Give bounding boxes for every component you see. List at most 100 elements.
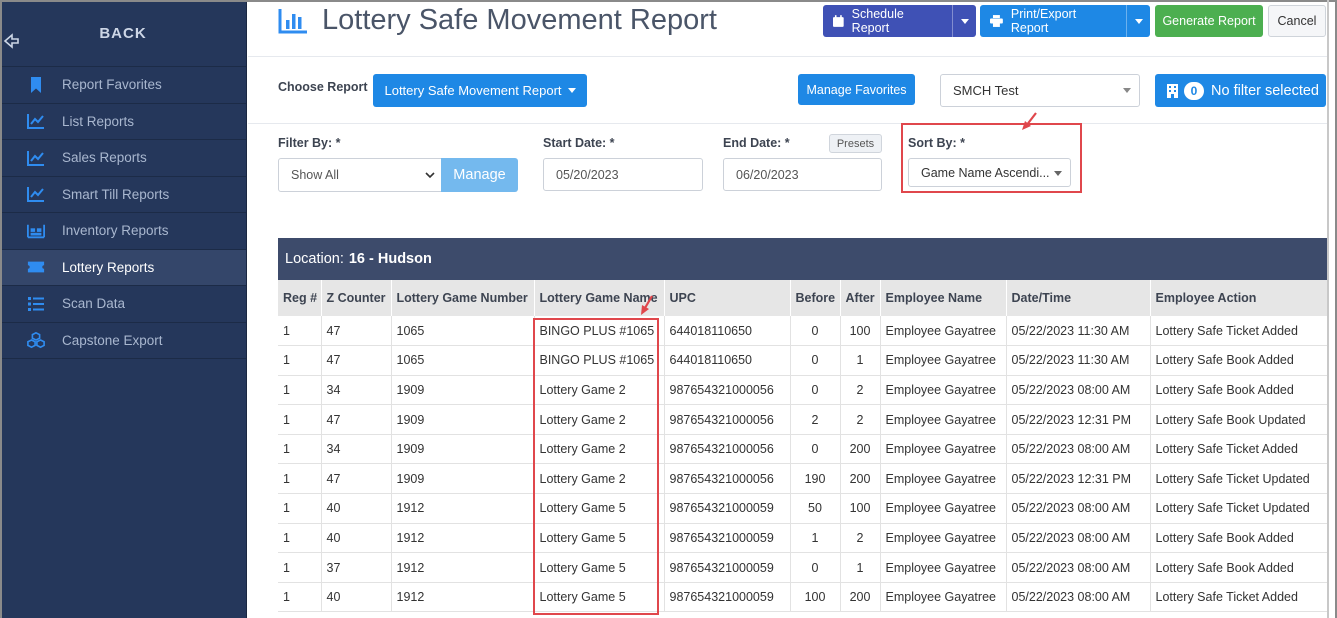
print-export-main[interactable]: Print/Export Report <box>980 5 1126 37</box>
manage-favorites-button[interactable]: Manage Favorites <box>798 74 915 105</box>
table-cell: 1909 <box>391 434 535 465</box>
table-cell: Employee Gayatree <box>880 463 1007 495</box>
table-row[interactable]: 1 40 1912 Lottery Game 5 987654321000059 100 2… <box>278 582 1328 613</box>
report-table-container: Location: 16 - Hudson Reg # Z Counter Lo… <box>278 238 1328 613</box>
table-row[interactable]: 1 47 1065 BINGO PLUS #1065 644018110650 0 100 E… <box>278 316 1328 347</box>
table-cell: 987654321000056 <box>664 375 791 406</box>
table-cell: 1 <box>278 552 322 583</box>
chart-line-icon <box>27 185 45 203</box>
table-row[interactable]: 1 47 1909 Lottery Game 2 987654321000056 190 2… <box>278 463 1328 495</box>
table-cell: 05/22/2023 12:31 PM <box>1006 463 1151 495</box>
sidebar-item-list-reports[interactable]: List Reports <box>0 104 246 140</box>
column-header[interactable]: UPC <box>664 280 791 316</box>
table-cell: 47 <box>321 316 392 347</box>
sidebar-item-inventory-reports[interactable]: Inventory Reports <box>0 213 246 250</box>
table-cell: 05/22/2023 11:30 AM <box>1006 316 1151 347</box>
table-cell: 1 <box>278 523 322 554</box>
table-row[interactable]: 1 37 1912 Lottery Game 5 987654321000059 0 1 Em… <box>278 552 1328 583</box>
manage-button[interactable]: Manage <box>441 158 518 192</box>
annotation-arrow-icon <box>641 295 653 315</box>
table-cell: Lottery Safe Ticket Updated <box>1150 463 1328 495</box>
sidebar-item-report-favorites[interactable]: Report Favorites <box>0 67 246 104</box>
table-cell: 37 <box>321 552 392 583</box>
column-header[interactable]: After <box>840 280 881 316</box>
column-header[interactable]: Reg # <box>278 280 322 316</box>
table-cell: Lottery Safe Ticket Added <box>1150 316 1328 347</box>
column-header[interactable]: Employee Action <box>1150 280 1328 316</box>
schedule-report-button[interactable]: Schedule Report <box>823 5 976 37</box>
table-cell: Employee Gayatree <box>880 345 1007 376</box>
back-button[interactable]: BACK <box>0 0 246 67</box>
print-export-button[interactable]: Print/Export Report <box>980 5 1150 37</box>
sidebar: BACK Report Favorites List Reports Sales… <box>0 0 247 618</box>
sidebar-item-sales-reports[interactable]: Sales Reports <box>0 140 246 177</box>
building-icon <box>1167 83 1178 98</box>
table-cell: Employee Gayatree <box>880 552 1007 583</box>
bookmark-icon <box>27 76 45 94</box>
table-cell: 0 <box>790 316 841 347</box>
table-cell: 34 <box>321 375 392 406</box>
sidebar-item-lottery-reports[interactable]: Lottery Reports <box>0 249 246 286</box>
table-row[interactable]: 1 40 1912 Lottery Game 5 987654321000059 50 10… <box>278 493 1328 524</box>
store-select[interactable]: SMCH Test <box>940 74 1140 107</box>
schedule-report-label: Schedule Report <box>851 7 904 35</box>
schedule-report-main[interactable]: Schedule Report <box>823 5 952 37</box>
chevron-down-icon <box>425 172 435 179</box>
table-cell: 47 <box>321 463 392 495</box>
page-title: Lottery Safe Movement Report <box>322 4 717 36</box>
table-cell: 05/22/2023 08:00 AM <box>1006 375 1151 406</box>
report-select-button[interactable]: Lottery Safe Movement Report <box>373 74 587 107</box>
table-cell: 50 <box>790 493 841 524</box>
filter-by-select[interactable]: Show All <box>278 158 442 192</box>
table-row[interactable]: 1 47 1065 BINGO PLUS #1065 644018110650 0 1 Emp… <box>278 345 1328 376</box>
table-row[interactable]: 1 40 1912 Lottery Game 5 987654321000059 1 2 Em… <box>278 523 1328 554</box>
table-row[interactable]: 1 34 1909 Lottery Game 2 987654321000056 0 2 Em… <box>278 375 1328 406</box>
column-header[interactable]: Z Counter <box>321 280 392 316</box>
table-cell: 05/22/2023 08:00 AM <box>1006 493 1151 524</box>
table-cell: 05/22/2023 08:00 AM <box>1006 523 1151 554</box>
table-cell: 1909 <box>391 375 535 406</box>
table-row[interactable]: 1 34 1909 Lottery Game 2 987654321000056 0 200… <box>278 434 1328 465</box>
presets-button[interactable]: Presets <box>829 134 882 153</box>
generate-report-button[interactable]: Generate Report <box>1155 5 1263 37</box>
store-select-value: SMCH Test <box>953 83 1019 98</box>
column-header[interactable]: Employee Name <box>880 280 1007 316</box>
chevron-down-icon <box>1134 18 1143 24</box>
warehouse-icon <box>27 222 45 240</box>
annotation-arrow-icon <box>1022 112 1037 130</box>
table-row[interactable]: 1 47 1909 Lottery Game 2 987654321000056 2 2 Em… <box>278 404 1328 435</box>
sidebar-item-label: Scan Data <box>62 296 126 312</box>
table-cell: 1065 <box>391 316 535 347</box>
table-cell: 1 <box>278 582 322 613</box>
print-export-dropdown[interactable] <box>1126 5 1150 37</box>
sidebar-item-scan-data[interactable]: Scan Data <box>0 286 246 323</box>
schedule-report-dropdown[interactable] <box>952 5 976 37</box>
filter-button[interactable]: 0 No filter selected <box>1155 74 1326 107</box>
table-cell: 1 <box>278 434 322 465</box>
sidebar-item-capstone-export[interactable]: Capstone Export <box>0 323 246 359</box>
table-cell: 1912 <box>391 552 535 583</box>
main-content: Lottery Safe Movement Report Schedule Re… <box>248 0 1328 618</box>
table-cell: 0 <box>790 345 841 376</box>
cancel-button[interactable]: Cancel <box>1268 5 1326 37</box>
location-header: Location: 16 - Hudson <box>278 238 1327 280</box>
start-date-input[interactable]: 05/20/2023 <box>543 158 703 191</box>
column-header[interactable]: Before <box>790 280 841 316</box>
table-cell: 2 <box>840 375 881 406</box>
calendar-icon <box>833 15 844 27</box>
end-date-input[interactable]: 06/20/2023 <box>723 158 882 191</box>
filter-by-label: Filter By: * <box>278 136 341 150</box>
table-cell: Lottery Safe Book Added <box>1150 552 1328 583</box>
column-header[interactable]: Lottery Game Number <box>391 280 535 316</box>
table-cell: 1912 <box>391 582 535 613</box>
table-cell: 1 <box>278 375 322 406</box>
sidebar-item-smart-till-reports[interactable]: Smart Till Reports <box>0 177 246 213</box>
table-cell: 100 <box>840 493 881 524</box>
sidebar-item-label: Sales Reports <box>62 150 147 166</box>
table-cell: 1 <box>790 523 841 554</box>
start-date-label: Start Date: * <box>543 136 615 150</box>
chevron-down-icon <box>567 88 576 93</box>
table-cell: 1 <box>278 345 322 376</box>
table-cell: 05/22/2023 12:31 PM <box>1006 404 1151 435</box>
column-header[interactable]: Date/Time <box>1006 280 1151 316</box>
